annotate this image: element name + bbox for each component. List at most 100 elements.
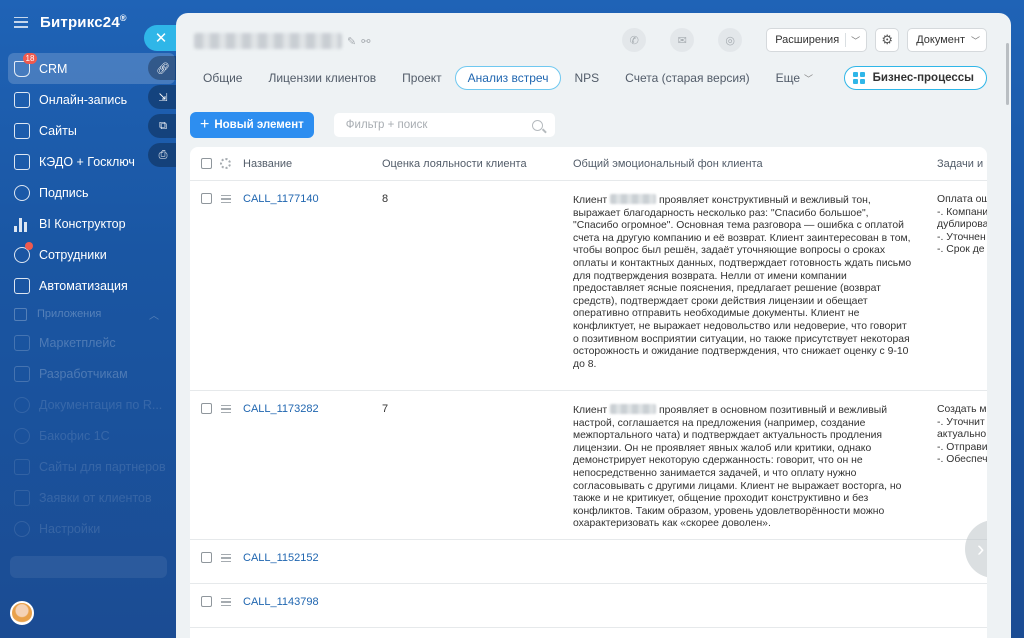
backoffice-icon bbox=[14, 427, 30, 444]
column-settings-icon[interactable] bbox=[220, 158, 231, 169]
chevron-down-icon: ﹀ bbox=[851, 35, 861, 46]
sidebar-group-apps[interactable]: Приложения ︿ bbox=[8, 301, 175, 327]
row-tasks-text: Оплата ош -. Компани дублирова -. Уточнен -.… bbox=[937, 194, 987, 256]
search-icon[interactable] bbox=[531, 119, 543, 131]
business-processes-button[interactable]: Бизнес-процессы bbox=[843, 66, 987, 90]
extensions-label: Расширения bbox=[775, 34, 840, 46]
column-header-name[interactable]: Название bbox=[243, 158, 292, 170]
tab-project[interactable]: Проект bbox=[389, 66, 455, 90]
crm-badge: 18 bbox=[23, 53, 37, 64]
filter-search-input[interactable]: Фильтр + поиск bbox=[333, 113, 555, 137]
pen-icon bbox=[14, 184, 30, 201]
sidebar-item-label: Документация по R... bbox=[39, 397, 163, 412]
app-logo[interactable]: Битрикс24® bbox=[40, 13, 127, 31]
open-new-window-button[interactable]: ⧉ bbox=[148, 114, 178, 138]
sidebar-item-backoffice[interactable]: Бакофис 1С bbox=[8, 420, 175, 451]
document-dropdown[interactable]: Документ ﹀ bbox=[907, 28, 987, 52]
sidebar-item-label: Сайты для партнеров bbox=[39, 459, 166, 474]
business-processes-label: Бизнес-процессы bbox=[872, 72, 974, 84]
chevron-down-icon: ﹀ bbox=[804, 73, 814, 84]
row-checkbox[interactable] bbox=[201, 596, 212, 607]
sidebar-item-employees[interactable]: Сотрудники bbox=[8, 239, 175, 270]
docs-icon bbox=[14, 396, 30, 413]
close-slider-button[interactable]: ✕ bbox=[144, 25, 178, 51]
table-header: Название Оценка лояльности клиента Общий… bbox=[190, 147, 987, 181]
column-header-tasks[interactable]: Задачи и р bbox=[937, 158, 987, 170]
row-title-link[interactable]: CALL_1177140 bbox=[243, 193, 319, 205]
logo-row: Битрикс24® bbox=[14, 12, 127, 32]
slider-side-actions: ✕ 🔗︎ ⇲ ⧉ ⎙ bbox=[144, 25, 178, 167]
link-icon: 🔗︎ bbox=[156, 62, 170, 75]
sidebar-item-bi[interactable]: BI Конструктор bbox=[8, 208, 175, 239]
sidebar-group-label: Приложения bbox=[37, 308, 102, 320]
chat-button[interactable]: ◎ bbox=[718, 28, 743, 52]
table-row[interactable]: CALL_1177140 8 Клиент проявляет конструк… bbox=[190, 181, 987, 391]
row-title-link[interactable]: CALL_1143798 bbox=[243, 596, 319, 608]
row-title-link[interactable]: CALL_1152152 bbox=[243, 552, 319, 564]
drag-handle-icon[interactable] bbox=[221, 195, 231, 205]
chat-icon: ◎ bbox=[725, 34, 735, 47]
sidebar-item-automation[interactable]: Автоматизация bbox=[8, 270, 175, 301]
vertical-scrollbar[interactable] bbox=[1006, 43, 1009, 105]
table-row[interactable]: CALL_1173282 7 Клиент проявляет в основн… bbox=[190, 391, 987, 540]
row-loyalty-score: 7 bbox=[382, 403, 389, 415]
business-process-icon bbox=[852, 72, 865, 84]
tab-client-licenses[interactable]: Лицензии клиентов bbox=[255, 66, 389, 90]
row-checkbox[interactable] bbox=[201, 193, 212, 204]
column-header-emotion[interactable]: Общий эмоциональный фон клиента bbox=[573, 158, 763, 170]
tab-nps[interactable]: NPS bbox=[561, 66, 612, 90]
row-loyalty-score: 8 bbox=[382, 193, 389, 205]
tab-old-invoices[interactable]: Счета (старая версия) bbox=[612, 66, 762, 90]
items-table: Название Оценка лояльности клиента Общий… bbox=[190, 147, 987, 638]
row-checkbox[interactable] bbox=[201, 552, 212, 563]
sidebar-item-label: Маркетплейс bbox=[39, 335, 116, 350]
sidebar-item-settings[interactable]: Настройки bbox=[8, 513, 175, 544]
tab-meeting-analysis[interactable]: Анализ встреч bbox=[454, 66, 562, 90]
row-checkbox[interactable] bbox=[201, 403, 212, 414]
sidebar-item-label: Сотрудники bbox=[39, 247, 107, 262]
phone-button[interactable]: ✆ bbox=[622, 28, 647, 52]
requests-icon bbox=[14, 489, 30, 506]
sidebar-item-client-requests[interactable]: Заявки от клиентов bbox=[8, 482, 175, 513]
tab-general[interactable]: Общие bbox=[190, 66, 255, 90]
close-icon: ✕ bbox=[154, 30, 168, 47]
sidebar-item-label: Настройки bbox=[39, 521, 101, 536]
table-row[interactable]: CALL_1143798 bbox=[190, 584, 987, 628]
tab-more[interactable]: Еще ﹀ bbox=[763, 66, 826, 90]
mail-button[interactable]: ✉ bbox=[670, 28, 695, 52]
print-button[interactable]: ⎙ bbox=[148, 143, 178, 167]
menu-burger-icon[interactable] bbox=[14, 16, 28, 28]
sidebar-item-marketplace[interactable]: Маркетплейс bbox=[8, 327, 175, 358]
window-icon bbox=[14, 122, 30, 139]
redacted-client-name bbox=[610, 194, 657, 204]
minimize-slider-button[interactable]: ⇲ bbox=[148, 85, 178, 109]
avatar[interactable] bbox=[10, 601, 34, 625]
extensions-dropdown[interactable]: Расширения ﹀ bbox=[766, 28, 868, 52]
sidebar-item-label: CRM bbox=[39, 61, 68, 76]
copy-link-button[interactable]: 🔗︎ bbox=[148, 56, 178, 80]
drag-handle-icon[interactable] bbox=[221, 598, 231, 608]
drag-handle-icon[interactable] bbox=[221, 554, 231, 564]
table-row[interactable]: CALL_1152152 bbox=[190, 540, 987, 584]
row-tasks-text: Создать м -. Уточнит актуально -. Отправи -.… bbox=[937, 404, 987, 466]
employees-badge bbox=[25, 242, 33, 250]
sidebar-item-label: Бакофис 1С bbox=[39, 428, 110, 443]
sidebar-item-label: Заявки от клиентов bbox=[39, 490, 152, 505]
tabs-bar: Общие Лицензии клиентов Проект Анализ вс… bbox=[190, 66, 826, 90]
sidebar-item-label: КЭДО + Госключ bbox=[39, 154, 135, 169]
tab-more-label: Еще bbox=[775, 71, 801, 85]
sidebar-item-developers[interactable]: Разработчикам bbox=[8, 358, 175, 389]
sidebar-item-docs[interactable]: Документация по R... bbox=[8, 389, 175, 420]
settings-button[interactable]: ⚙ bbox=[875, 28, 900, 52]
sidebar-item-signature[interactable]: Подпись bbox=[8, 177, 175, 208]
drag-handle-icon[interactable] bbox=[221, 405, 231, 415]
row-title-link[interactable]: CALL_1173282 bbox=[243, 403, 319, 415]
print-icon: ⎙ bbox=[158, 148, 168, 161]
gear-icon: ⚙ bbox=[881, 32, 894, 47]
column-header-loyalty[interactable]: Оценка лояльности клиента bbox=[382, 158, 527, 170]
select-all-checkbox[interactable] bbox=[201, 158, 212, 169]
edit-title-icon[interactable]: ✎ bbox=[347, 35, 356, 48]
copy-link-icon[interactable]: ⚯ bbox=[361, 35, 370, 48]
sidebar-item-partner-sites[interactable]: Сайты для партнеров bbox=[8, 451, 175, 482]
new-element-button[interactable]: + Новый элемент bbox=[190, 112, 314, 138]
